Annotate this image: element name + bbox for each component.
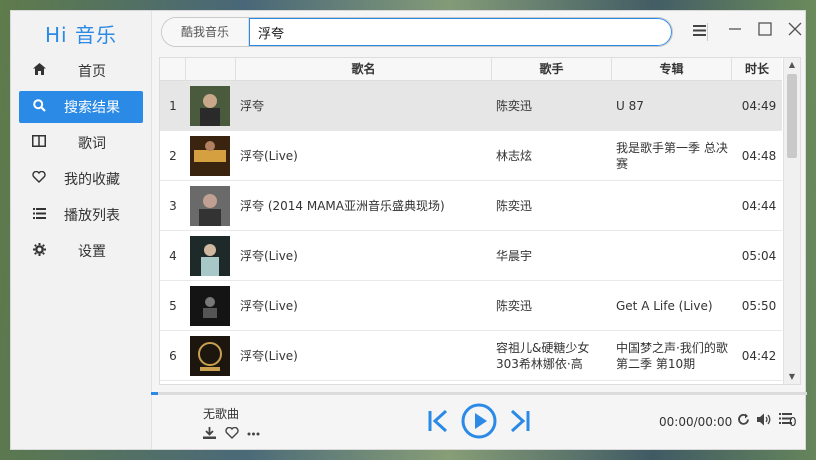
player-bar: 无歌曲 00:00/00:00 0 [151,397,807,449]
duration: 04:49 [741,98,777,113]
sidebar-nav: 首页 搜索结果 歌词 我的收藏 播放列表 设置 [19,55,143,271]
album-cover [186,131,234,180]
table-row[interactable]: 2 浮夸(Live) 林志炫 我是歌手第一季 总决赛 04:48 [160,131,782,181]
scroll-up-icon[interactable]: ▲ [784,58,800,72]
minimize-icon[interactable] [723,19,747,43]
playback-progress[interactable] [151,392,807,395]
sidebar-item-favorites[interactable]: 我的收藏 [19,163,143,195]
heart-icon [19,170,59,187]
table-row[interactable]: 5 浮夸(Live) 陈奕迅 Get A Life (Live) 05:50 [160,281,782,331]
sidebar: Hi 音乐 首页 搜索结果 歌词 我的收藏 播放列表 设置 [11,11,152,449]
sidebar-item-playlist[interactable]: 播放列表 [19,199,143,231]
song-name: 浮夸 (2014 MAMA亚洲音乐盛典现场) [240,199,445,213]
artist-name[interactable]: 林志炫 [496,131,612,180]
play-icon[interactable] [461,403,497,443]
close-icon[interactable] [783,19,807,43]
more-icon[interactable] [247,427,260,443]
artist-name[interactable]: 华晨宇 [496,231,612,280]
maximize-icon[interactable] [753,19,777,43]
playback-time: 00:00/00:00 [659,415,733,429]
lyrics-icon [19,135,59,151]
artist-name[interactable]: 陈奕迅 [496,181,612,230]
artist-name[interactable]: 容祖儿&硬糖少女303希林娜依·高 [496,331,612,380]
sidebar-item-label: 播放列表 [64,208,120,224]
sidebar-item-label: 我的收藏 [64,172,120,188]
sidebar-item-search-results[interactable]: 搜索结果 [19,91,143,123]
scroll-down-icon[interactable]: ▼ [784,370,800,384]
duration: 04:42 [741,348,777,363]
download-icon[interactable] [203,427,216,443]
table-scrollbar[interactable]: ▲ ▼ [783,58,800,384]
album-name[interactable]: Get A Life (Live) [616,281,732,330]
table-body: 1 浮夸 陈奕迅 U 87 04:49 2 浮夸(Live) 林志炫 我是歌手第… [160,81,782,381]
queue-count: 0 [789,415,797,429]
sidebar-item-settings[interactable]: 设置 [19,235,143,267]
sidebar-item-home[interactable]: 首页 [19,55,143,87]
song-name: 浮夸(Live) [240,149,298,163]
album-name[interactable]: U 87 [616,81,732,130]
album-name[interactable]: 我是歌手第一季 总决赛 [616,131,732,180]
header-index [160,58,186,80]
song-name: 浮夸(Live) [240,299,298,313]
progress-fill [151,392,158,395]
album-name[interactable] [616,231,732,280]
duration: 04:48 [741,148,777,163]
search-source-select[interactable]: 酷我音乐 [162,18,249,46]
sidebar-item-label: 歌词 [78,136,106,152]
duration: 05:50 [741,298,777,313]
song-name: 浮夸 [240,99,265,113]
search-icon [19,98,59,116]
app-window: Hi 音乐 首页 搜索结果 歌词 我的收藏 播放列表 设置 酷我音乐 浮夸 歌名… [10,10,807,450]
duration: 05:04 [741,248,777,263]
album-cover [186,181,234,230]
home-icon [19,63,59,79]
now-playing-title: 无歌曲 [203,407,240,421]
table-header: 歌名 歌手 专辑 时长 [160,58,782,81]
list-icon [19,207,59,223]
scrollbar-thumb[interactable] [787,74,797,158]
row-index: 3 [169,198,177,213]
header-name[interactable]: 歌名 [236,58,492,80]
row-index: 6 [169,348,177,363]
row-index: 1 [169,98,177,113]
search-box: 酷我音乐 [161,17,673,47]
row-index: 5 [169,298,177,313]
next-icon[interactable] [509,409,531,437]
sidebar-item-label: 首页 [78,64,106,80]
favorite-icon[interactable] [225,426,239,443]
duration: 04:44 [741,198,777,213]
album-cover [186,231,234,280]
top-bar: 酷我音乐 [161,15,807,47]
row-index: 2 [169,148,177,163]
song-name: 浮夸(Live) [240,349,298,363]
header-duration[interactable]: 时长 [732,58,782,80]
artist-name[interactable]: 陈奕迅 [496,281,612,330]
results-table: 歌名 歌手 专辑 时长 1 浮夸 陈奕迅 U 87 04:49 2 浮夸(Liv… [159,57,801,385]
song-name: 浮夸(Live) [240,249,298,263]
gear-icon [19,242,59,260]
table-row[interactable]: 3 浮夸 (2014 MAMA亚洲音乐盛典现场) 陈奕迅 04:44 [160,181,782,231]
album-name[interactable] [616,181,732,230]
table-row[interactable]: 4 浮夸(Live) 华晨宇 05:04 [160,231,782,281]
table-row[interactable]: 6 浮夸(Live) 容祖儿&硬糖少女303希林娜依·高 中国梦之声·我们的歌第… [160,331,782,381]
album-name[interactable]: 中国梦之声·我们的歌第二季 第10期 [616,331,732,380]
sidebar-item-lyrics[interactable]: 歌词 [19,127,143,159]
header-artist[interactable]: 歌手 [492,58,612,80]
sidebar-item-label: 设置 [78,244,106,260]
album-cover [186,281,234,330]
header-cover [186,58,236,80]
table-row[interactable]: 1 浮夸 陈奕迅 U 87 04:49 [160,81,782,131]
volume-icon[interactable] [757,413,772,430]
sidebar-item-label: 搜索结果 [64,100,120,116]
toolbar-divider [707,23,708,41]
previous-icon[interactable] [427,409,449,437]
album-cover [186,331,234,380]
album-cover [186,81,234,130]
repeat-icon[interactable] [737,413,750,430]
artist-name[interactable]: 陈奕迅 [496,81,612,130]
row-index: 4 [169,248,177,263]
app-title: Hi 音乐 [45,23,117,47]
search-input[interactable] [249,18,672,46]
header-album[interactable]: 专辑 [612,58,732,80]
